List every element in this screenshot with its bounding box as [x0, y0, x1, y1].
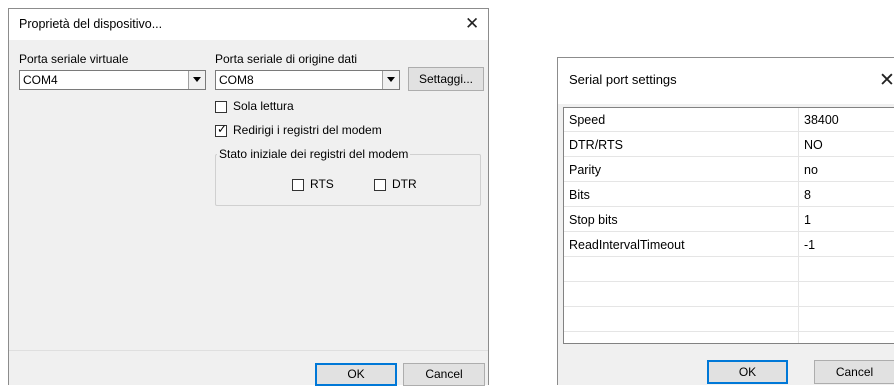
- chevron-down-icon[interactable]: [188, 71, 205, 89]
- read-only-label: Sola lettura: [233, 99, 294, 113]
- setting-value-cell[interactable]: [799, 308, 894, 332]
- setting-value-cell[interactable]: no: [799, 158, 894, 182]
- initial-state-group: [215, 154, 481, 206]
- setting-value-cell[interactable]: NO: [799, 133, 894, 157]
- read-only-checkbox[interactable]: [215, 101, 227, 113]
- setting-value-cell[interactable]: -1: [799, 233, 894, 257]
- redirect-modem-label: Redirigi i registri del modem: [233, 123, 382, 137]
- dialog-title: Serial port settings: [569, 72, 677, 87]
- setting-name-cell: ReadIntervalTimeout: [569, 238, 685, 252]
- chevron-down-icon[interactable]: [382, 71, 399, 89]
- check-icon: ✓: [217, 122, 228, 136]
- cancel-button[interactable]: Cancel: [403, 363, 485, 386]
- empty-table-row[interactable]: [564, 308, 894, 332]
- setting-name-cell: Speed: [569, 113, 606, 127]
- close-icon[interactable]: ✕: [465, 15, 479, 32]
- ok-button[interactable]: OK: [315, 363, 397, 386]
- empty-table-row[interactable]: [564, 283, 894, 307]
- setting-name-cell: Parity: [569, 163, 601, 177]
- settings-button[interactable]: Settaggi...: [408, 67, 484, 91]
- source-port-select[interactable]: COM8: [215, 70, 400, 90]
- virtual-port-value: COM4: [23, 73, 58, 87]
- source-port-value: COM8: [219, 73, 254, 87]
- separator: [9, 350, 488, 351]
- setting-name-cell: Bits: [569, 188, 590, 202]
- rts-checkbox[interactable]: [292, 179, 304, 191]
- setting-value-cell[interactable]: [799, 283, 894, 307]
- table-row[interactable]: Bits 8: [564, 183, 894, 207]
- initial-state-title: Stato iniziale dei registri del modem: [217, 147, 411, 161]
- dtr-checkbox[interactable]: [374, 179, 386, 191]
- cancel-button[interactable]: Cancel: [814, 360, 894, 384]
- empty-table-row[interactable]: [564, 258, 894, 282]
- setting-value-cell[interactable]: 1: [799, 208, 894, 232]
- setting-name-cell: [564, 283, 798, 307]
- table-row[interactable]: ReadIntervalTimeout -1: [564, 233, 894, 257]
- title-bar: Proprietà del dispositivo... ✕: [9, 9, 488, 40]
- setting-value-cell[interactable]: 8: [799, 183, 894, 207]
- ok-button[interactable]: OK: [707, 360, 788, 384]
- close-icon[interactable]: ✕: [879, 71, 894, 90]
- setting-name-cell: DTR/RTS: [569, 138, 623, 152]
- setting-name-cell: Stop bits: [569, 213, 618, 227]
- dtr-label: DTR: [392, 177, 417, 191]
- virtual-port-label: Porta seriale virtuale: [19, 52, 129, 66]
- setting-name-cell: [564, 308, 798, 332]
- setting-name-cell: [564, 258, 798, 282]
- setting-value-cell[interactable]: [799, 258, 894, 282]
- device-properties-dialog: Proprietà del dispositivo... ✕ Porta ser…: [8, 8, 489, 386]
- dialog-title: Proprietà del dispositivo...: [19, 17, 163, 31]
- serial-port-settings-dialog: Serial port settings ✕ Speed 38400 DTR/RTS…: [557, 57, 894, 385]
- settings-grid[interactable]: Speed 38400 DTR/RTS NO Parity no Bits 8 Stop bit…: [563, 107, 894, 344]
- rts-label: RTS: [310, 177, 334, 191]
- table-row[interactable]: Stop bits 1: [564, 208, 894, 232]
- title-bar: Serial port settings ✕: [558, 58, 894, 104]
- table-row[interactable]: Speed 38400: [564, 108, 894, 132]
- setting-value-cell[interactable]: 38400: [799, 108, 894, 132]
- virtual-port-select[interactable]: COM4: [19, 70, 206, 90]
- source-port-label: Porta seriale di origine dati: [215, 52, 358, 66]
- table-row[interactable]: DTR/RTS NO: [564, 133, 894, 157]
- redirect-modem-checkbox[interactable]: ✓: [215, 122, 228, 137]
- table-row[interactable]: Parity no: [564, 158, 894, 182]
